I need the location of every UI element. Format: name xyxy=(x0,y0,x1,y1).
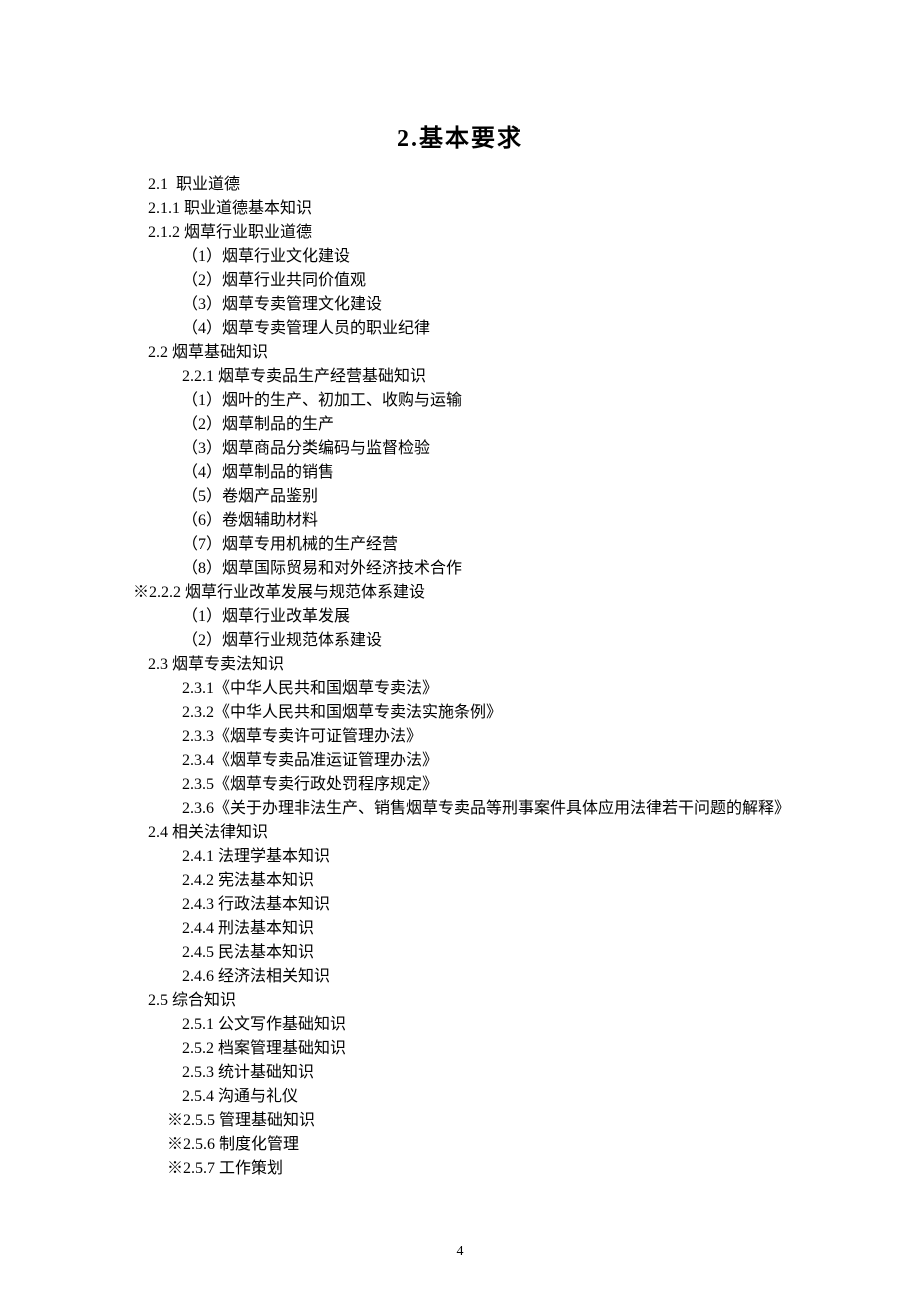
outline-line: 2.3 烟草专卖法知识 xyxy=(148,653,820,677)
outline-line: 2.3.1《中华人民共和国烟草专卖法》 xyxy=(148,677,820,701)
outline-line: 2.1.1 职业道德基本知识 xyxy=(148,197,820,221)
outline-line: 2.3.4《烟草专卖品准运证管理办法》 xyxy=(148,749,820,773)
outline-line: 2.5.4 沟通与礼仪 xyxy=(148,1085,820,1109)
outline-line: （4）烟草专卖管理人员的职业纪律 xyxy=(148,317,820,341)
outline-line: 2.2.1 烟草专卖品生产经营基础知识 xyxy=(148,365,820,389)
outline-line: 2.3.2《中华人民共和国烟草专卖法实施条例》 xyxy=(148,701,820,725)
outline-line: （1）烟草行业改革发展 xyxy=(148,605,820,629)
outline-line: （1）烟叶的生产、初加工、收购与运输 xyxy=(148,389,820,413)
outline-line: 2.4.5 民法基本知识 xyxy=(148,941,820,965)
outline-line: 2.4.6 经济法相关知识 xyxy=(148,965,820,989)
outline-line: 2.4.2 宪法基本知识 xyxy=(148,869,820,893)
outline-line: （7）烟草专用机械的生产经营 xyxy=(148,533,820,557)
outline-line: （8）烟草国际贸易和对外经济技术合作 xyxy=(148,557,820,581)
outline-line: 2.4 相关法律知识 xyxy=(148,821,820,845)
outline-line: 2.2 烟草基础知识 xyxy=(148,341,820,365)
outline-line: ※2.5.6 制度化管理 xyxy=(133,1133,820,1157)
outline-line: ※2.5.7 工作策划 xyxy=(133,1157,820,1181)
outline-line: 2.4.4 刑法基本知识 xyxy=(148,917,820,941)
outline-line: （3）烟草专卖管理文化建设 xyxy=(148,293,820,317)
outline-line: 2.4.3 行政法基本知识 xyxy=(148,893,820,917)
section-title: 2.基本要求 xyxy=(0,118,920,153)
outline-line: 2.3.5《烟草专卖行政处罚程序规定》 xyxy=(148,773,820,797)
outline-line: 2.1.2 烟草行业职业道德 xyxy=(148,221,820,245)
outline-line: 2.5.1 公文写作基础知识 xyxy=(148,1013,820,1037)
outline-line: ※2.5.5 管理基础知识 xyxy=(133,1109,820,1133)
document-page: 2.基本要求 2.1 职业道德2.1.1 职业道德基本知识2.1.2 烟草行业职… xyxy=(0,0,920,1302)
page-number: 4 xyxy=(0,1244,920,1260)
outline-line: 2.5.3 统计基础知识 xyxy=(148,1061,820,1085)
outline-line: （3）烟草商品分类编码与监督检验 xyxy=(148,437,820,461)
outline-content: 2.1 职业道德2.1.1 职业道德基本知识2.1.2 烟草行业职业道德（1）烟… xyxy=(0,173,920,1181)
outline-line: （2）烟草行业共同价值观 xyxy=(148,269,820,293)
outline-line: （4）烟草制品的销售 xyxy=(148,461,820,485)
outline-line: 2.3.6《关于办理非法生产、销售烟草专卖品等刑事案件具体应用法律若干问题的解释… xyxy=(148,797,820,821)
outline-line: ※2.2.2 烟草行业改革发展与规范体系建设 xyxy=(133,581,820,605)
outline-line: 2.3.3《烟草专卖许可证管理办法》 xyxy=(148,725,820,749)
outline-line: （2）烟草制品的生产 xyxy=(148,413,820,437)
outline-line: 2.5 综合知识 xyxy=(148,989,820,1013)
outline-line: （1）烟草行业文化建设 xyxy=(148,245,820,269)
outline-line: 2.4.1 法理学基本知识 xyxy=(148,845,820,869)
outline-line: 2.5.2 档案管理基础知识 xyxy=(148,1037,820,1061)
outline-line: （5）卷烟产品鉴别 xyxy=(148,485,820,509)
outline-line: （6）卷烟辅助材料 xyxy=(148,509,820,533)
outline-line: （2）烟草行业规范体系建设 xyxy=(148,629,820,653)
outline-line: 2.1 职业道德 xyxy=(148,173,820,197)
